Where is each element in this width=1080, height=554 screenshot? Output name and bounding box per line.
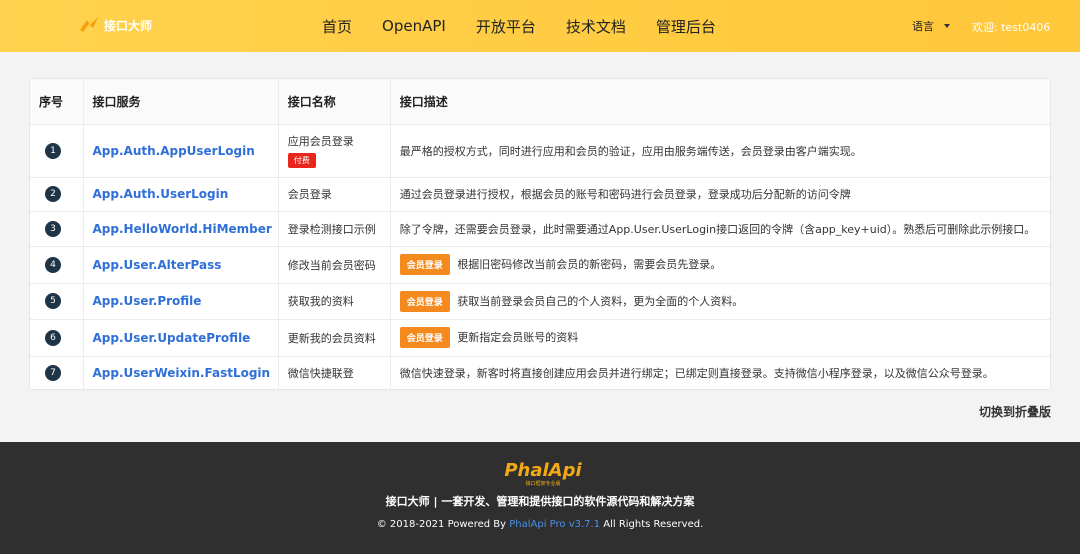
table-row: 7 App.UserWeixin.FastLogin 微信快捷联登 微信快速登录… <box>30 356 1050 390</box>
main-nav: 首页 OpenAPI 开放平台 技术文档 管理后台 <box>322 0 746 52</box>
col-header-name: 接口名称 <box>278 79 391 125</box>
logo-text: 接口大师 <box>104 18 153 33</box>
col-header-no: 序号 <box>30 79 84 125</box>
api-name: 登录检测接口示例 <box>278 211 391 247</box>
service-link[interactable]: App.UserWeixin.FastLogin <box>93 366 271 380</box>
member-login-tag: 会员登录 <box>399 254 450 275</box>
footer-logo: PhalApi 接口框架专业版 <box>498 460 588 487</box>
table-row: 1 App.Auth.AppUserLogin 应用会员登录 付费 最严格的授权… <box>30 124 1050 178</box>
footer-copyright: © 2018-2021 Powered By PhalApi Pro v3.7.… <box>0 519 1080 530</box>
api-desc: 微信快速登录，新客时将直接创建应用会员并进行绑定；已绑定则直接登录。支持微信小程… <box>399 367 994 381</box>
service-link[interactable]: App.User.UpdateProfile <box>93 331 251 345</box>
copyright-prefix: © 2018-2021 Powered By <box>376 519 510 530</box>
row-number: 4 <box>45 256 61 273</box>
api-desc: 最严格的授权方式，同时进行应用和会员的验证，应用由服务端传送，会员登录由客户端实… <box>390 124 1050 178</box>
member-login-tag: 会员登录 <box>399 290 450 312</box>
table-header-row: 序号 接口服务 接口名称 接口描述 <box>30 79 1050 125</box>
col-header-desc: 接口描述 <box>390 79 1050 125</box>
nav-openapi[interactable]: OpenAPI <box>382 17 446 35</box>
service-link[interactable]: App.User.AlterPass <box>93 258 222 272</box>
language-label: 语言 <box>912 20 934 33</box>
nav-docs[interactable]: 技术文档 <box>566 16 626 37</box>
api-name: 微信快捷联登 <box>278 356 391 390</box>
row-number: 5 <box>45 293 61 309</box>
welcome-user[interactable]: 欢迎: test0406 <box>972 19 1050 35</box>
footer: PhalApi 接口框架专业版 接口大师 | 一套开发、管理和提供接口的软件源代… <box>0 442 1080 554</box>
member-login-tag: 会员登录 <box>399 327 450 348</box>
logo[interactable]: 接口大师 <box>78 16 152 34</box>
col-header-service: 接口服务 <box>83 79 279 125</box>
api-table-card: 序号 接口服务 接口名称 接口描述 1 App.Auth.AppUserLogi… <box>29 78 1051 390</box>
language-dropdown[interactable]: 语言 <box>912 18 950 34</box>
api-desc: 通过会员登录进行授权，根据会员的账号和密码进行会员登录，登录成功后分配新的访问令… <box>390 177 1050 212</box>
api-name: 修改当前会员密码 <box>278 246 391 284</box>
api-name: 会员登录 <box>278 177 391 212</box>
api-name: 获取我的资料 <box>278 283 391 320</box>
footer-brand: PhalApi <box>504 460 582 481</box>
row-number: 2 <box>45 186 61 202</box>
caret-down-icon <box>944 24 950 28</box>
service-link[interactable]: App.HelloWorld.HiMember <box>93 222 272 236</box>
service-link[interactable]: App.Auth.UserLogin <box>93 187 229 201</box>
row-number: 7 <box>45 365 61 382</box>
row-number: 3 <box>45 220 61 237</box>
table-row: 6 App.User.UpdateProfile 更新我的会员资料 会员登录 更… <box>30 319 1050 357</box>
table-row: 5 App.User.Profile 获取我的资料 会员登录 获取当前登录会员自… <box>30 283 1050 320</box>
phalapi-pro-link[interactable]: PhalApi Pro v3.7.1 <box>509 519 600 530</box>
api-desc: 获取当前登录会员自己的个人资料，更为全面的个人资料。 <box>457 294 744 308</box>
row-number: 6 <box>45 329 61 346</box>
copyright-suffix: All Rights Reserved. <box>600 519 704 530</box>
footer-tagline: 接口大师 | 一套开发、管理和提供接口的软件源代码和解决方案 <box>385 495 695 508</box>
toggle-collapse-view-button[interactable]: 切换到折叠版 <box>979 403 1051 420</box>
table-row: 2 App.Auth.UserLogin 会员登录 通过会员登录进行授权，根据会… <box>30 177 1050 212</box>
logo-icon <box>80 17 98 32</box>
table-row: 3 App.HelloWorld.HiMember 登录检测接口示例 除了令牌，… <box>30 211 1050 247</box>
service-link[interactable]: App.User.Profile <box>93 294 202 308</box>
api-table: 序号 接口服务 接口名称 接口描述 1 App.Auth.AppUserLogi… <box>30 79 1050 390</box>
api-desc: 根据旧密码修改当前会员的新密码，需要会员先登录。 <box>457 258 722 271</box>
api-desc: 更新指定会员账号的资料 <box>457 331 579 344</box>
footer-brand-sub: 接口框架专业版 <box>525 481 561 487</box>
nav-open-platform[interactable]: 开放平台 <box>476 16 536 37</box>
api-desc: 除了令牌，还需要会员登录，此时需要通过App.User.UserLogin接口返… <box>390 211 1050 247</box>
paid-badge: 付费 <box>287 153 316 168</box>
api-name: 应用会员登录 <box>287 135 354 148</box>
service-link[interactable]: App.Auth.AppUserLogin <box>93 144 255 158</box>
table-row: 4 App.User.AlterPass 修改当前会员密码 会员登录 根据旧密码… <box>30 246 1050 284</box>
nav-home[interactable]: 首页 <box>322 16 352 37</box>
top-header: 接口大师 首页 OpenAPI 开放平台 技术文档 管理后台 语言 欢迎: te… <box>0 0 1080 52</box>
api-name: 更新我的会员资料 <box>278 319 391 357</box>
nav-admin[interactable]: 管理后台 <box>656 16 716 37</box>
row-number: 1 <box>45 142 61 159</box>
